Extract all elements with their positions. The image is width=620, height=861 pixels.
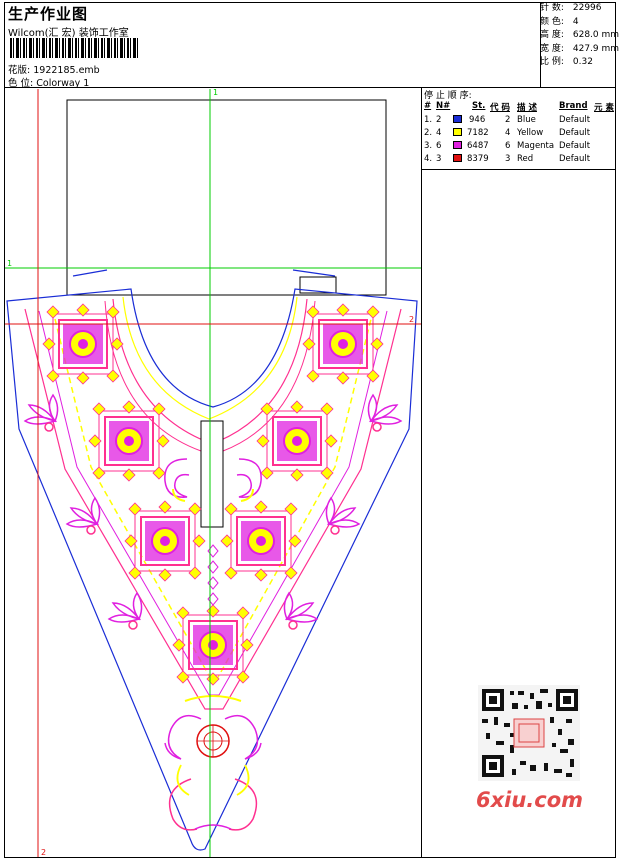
spec-colors: 颜 色: 4 <box>540 16 579 27</box>
stop-sequence-table: 停 止 顺 序: # N# St. 代 码 描 述 Brand 元 素 1. 2… <box>421 88 616 170</box>
color-swatch <box>453 128 462 136</box>
spec-stitches: 针 数: 22996 <box>540 3 602 13</box>
barcode-image <box>10 38 140 58</box>
spec-width: 宽 度: 427.9 mm <box>540 43 620 54</box>
colorway-label: 色 位: <box>8 78 34 89</box>
stop-row[interactable]: 3. 6 6487 6 Magenta Default <box>422 141 617 154</box>
spec-scale: 比 例: 0.32 <box>540 57 593 67</box>
col-header-code: 代 码 <box>490 103 510 113</box>
header-panel: 生产作业图 Wilcom(汇 宏) 装饰工作室 花版: 1922185.emb … <box>4 2 616 89</box>
stop-sequence-caption: 停 止 顺 序: <box>424 91 472 101</box>
col-header-brand: Brand <box>559 101 588 111</box>
guide-label-red-right: 2 <box>409 315 414 324</box>
color-swatch <box>453 115 462 123</box>
panel-divider <box>421 170 422 858</box>
colorway-value: Colorway 1 <box>36 78 90 89</box>
color-swatch <box>453 154 462 162</box>
guide-label-green-left: 1 <box>7 259 12 268</box>
qr-code <box>474 683 584 783</box>
stop-row[interactable]: 1. 2 946 2 Blue Default <box>422 115 617 128</box>
colorway-row: 色 位: Colorway 1 <box>8 75 89 89</box>
col-header-desc: 描 述 <box>517 103 537 113</box>
col-header-n: N# <box>436 101 451 111</box>
embroidery-preview[interactable]: 1 1 2 2 <box>5 89 421 857</box>
company-name: Wilcom(汇 宏) 装饰工作室 <box>8 28 129 39</box>
spec-height: 高 度: 628.0 mm <box>540 30 620 40</box>
col-header-num: # <box>424 101 432 111</box>
sheet-title: 生产作业图 <box>8 5 89 23</box>
design-file-row: 花版: 1922185.emb <box>8 62 100 76</box>
stop-row[interactable]: 2. 4 7182 4 Yellow Default <box>422 128 617 141</box>
color-swatch <box>453 141 462 149</box>
stop-row[interactable]: 4. 3 8379 3 Red Default <box>422 154 617 167</box>
design-specs: 针 数: 22996 颜 色: 4 高 度: 628.0 mm 宽 度: 427… <box>540 2 619 70</box>
guide-label-green-top: 1 <box>213 89 218 97</box>
guide-label-red-bottom: 2 <box>41 848 46 857</box>
col-header-element: 元 素 <box>594 103 614 113</box>
watermark-text: 6xiu.com <box>476 788 584 812</box>
col-header-stitches: St. <box>472 101 486 111</box>
